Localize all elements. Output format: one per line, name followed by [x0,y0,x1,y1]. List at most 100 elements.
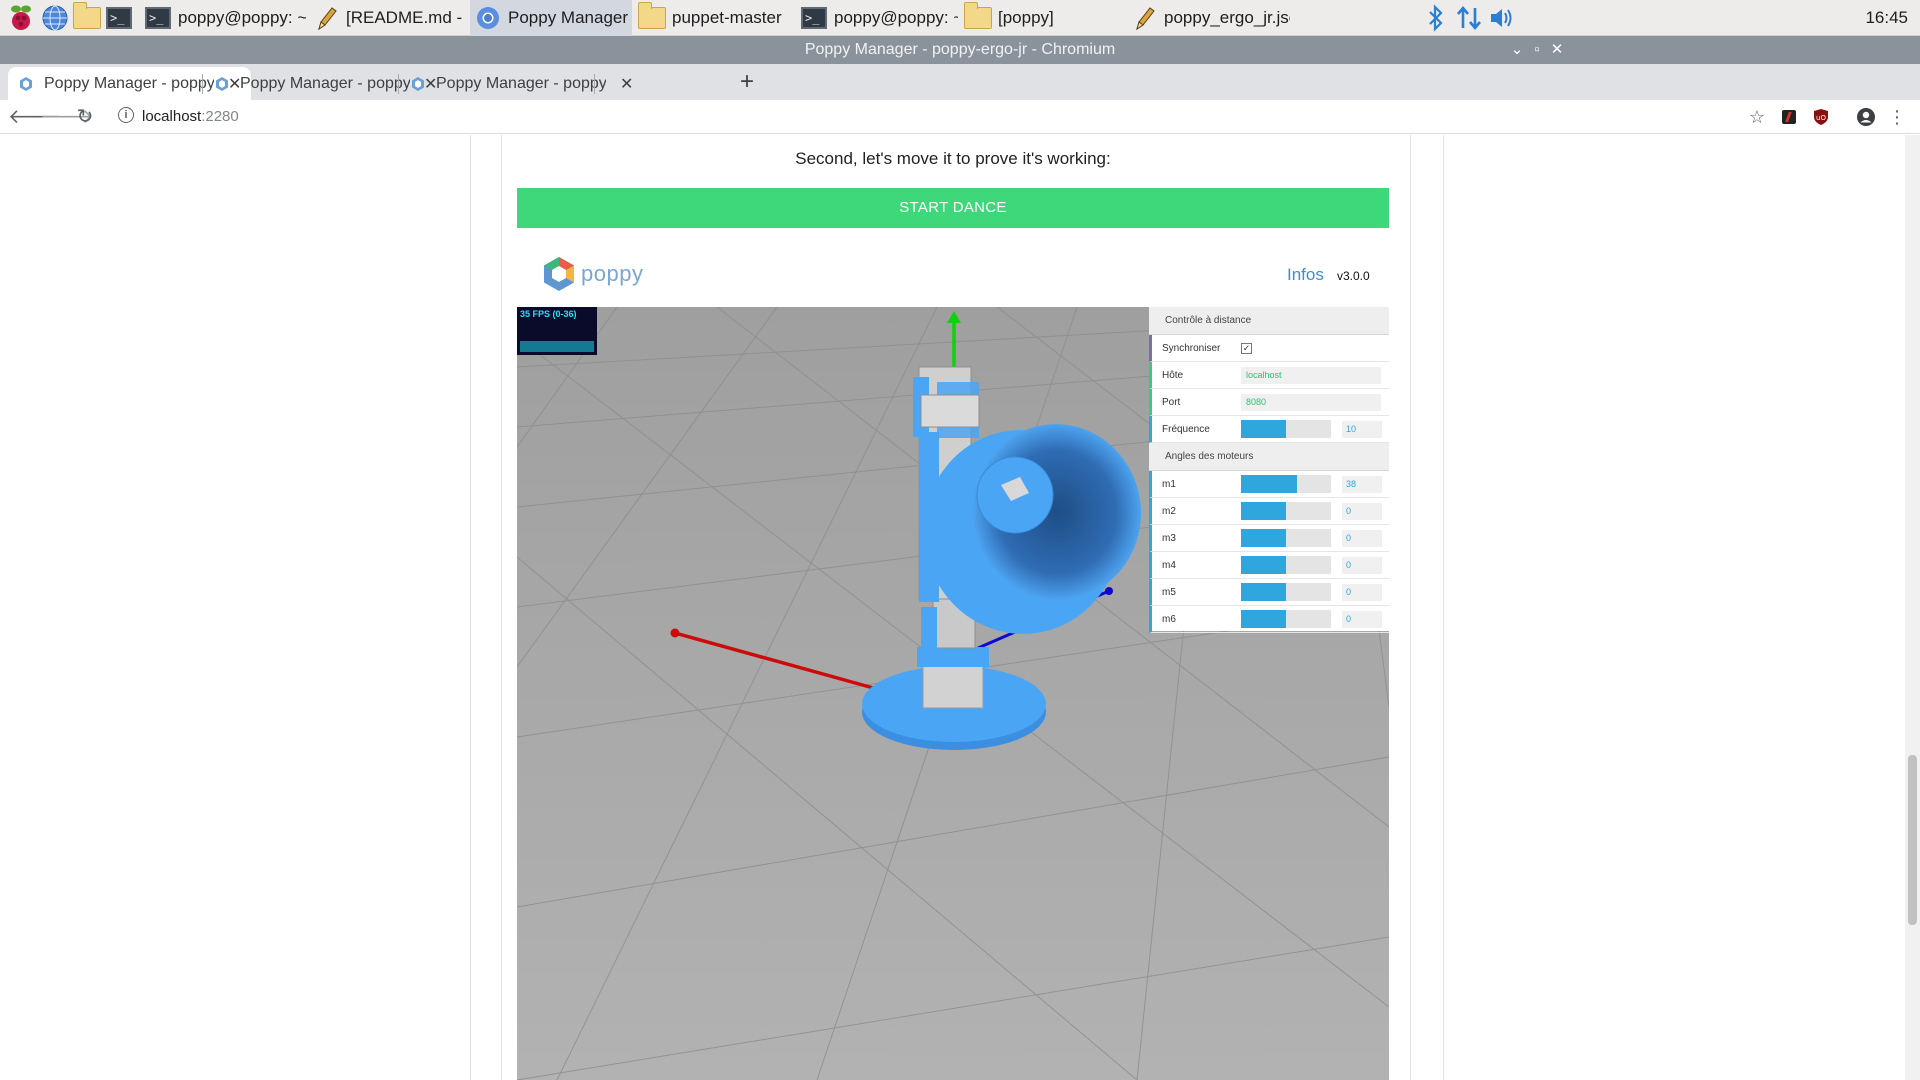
motor-row-m3: m3 0 [1149,525,1389,552]
taskbar-task-terminal[interactable]: >_ poppy@poppy: ~/dev... [140,0,306,36]
maximize-window-icon[interactable]: ▫ [1526,36,1548,64]
page-column-border [470,135,471,1080]
host-row: Hôte localhost [1149,362,1389,389]
close-tab-icon[interactable]: ✕ [620,74,633,94]
port-input[interactable]: 8080 [1241,393,1381,411]
host-input[interactable]: localhost [1241,366,1381,384]
new-tab-button[interactable]: + [740,68,754,96]
poppy-logo-icon [544,257,574,291]
motor-slider-m5[interactable] [1241,583,1331,601]
fps-meter: 35 FPS (0-36) [517,307,597,355]
volume-icon[interactable] [1488,0,1516,36]
port-label: Port [1162,396,1181,408]
motor-input-m2[interactable]: 0 [1342,502,1382,520]
motor-slider-m6[interactable] [1241,610,1331,628]
fps-graph [520,341,594,352]
host-label: Hôte [1162,369,1184,381]
back-button[interactable]: 🡐 [8,104,62,130]
scrollbar-thumb[interactable] [1908,755,1917,925]
sync-row[interactable]: Synchroniser ✓ [1149,335,1389,362]
motor-input-m4[interactable]: 0 [1342,556,1382,574]
page-column-border [1410,135,1411,1080]
fps-label: 35 FPS (0-36) [520,309,577,319]
motor-slider-m4[interactable] [1241,556,1331,574]
tab-separator [202,74,203,94]
tab-separator [594,74,595,94]
os-taskbar: >_ >_ poppy@poppy: ~/dev... [README.md -… [0,0,1920,36]
motor-input-m5[interactable]: 0 [1342,583,1382,601]
page-column-border [501,135,502,1080]
frequency-input[interactable]: 10 [1342,420,1382,438]
motor-angles-section-title[interactable]: Angles des moteurs [1149,443,1389,471]
poppy-logo[interactable]: poppy [541,255,643,293]
taskbar-task-json-editor[interactable]: poppy_ergo_jr.json - ... [1126,0,1290,36]
file-manager-launcher-icon[interactable] [72,2,102,33]
motor-row-m5: m5 0 [1149,579,1389,606]
tab-separator [398,74,399,94]
tab-strip: Poppy Manager - poppy-ergo-jr ✕ Poppy Ma… [0,64,1920,100]
bookmark-star-icon[interactable]: ☆ [1746,106,1768,128]
clock[interactable]: 16:45 [1865,8,1908,28]
browser-launcher-icon[interactable] [40,3,70,33]
motor-slider-m3[interactable] [1241,529,1331,547]
taskbar-task-chromium[interactable]: Poppy Manager - pop... [470,0,632,36]
browser-menu-icon[interactable]: ⋮ [1886,106,1908,128]
slider-fill [1241,420,1286,438]
close-window-icon[interactable]: ✕ [1546,36,1568,64]
network-icon[interactable] [1456,0,1482,36]
sync-label: Synchroniser [1162,342,1221,354]
taskbar-task-folder-puppet-master[interactable]: puppet-master [634,0,794,36]
forward-button[interactable]: 🡒 [40,104,94,130]
taskbar-task-terminal-2[interactable]: >_ poppy@poppy: ~ [796,0,958,36]
frequency-row: Fréquence 10 [1149,416,1389,443]
page-column-border [1443,135,1444,1080]
folder-icon [638,2,666,32]
tab-poppy-manager-3[interactable]: Poppy Manager - poppy-ergo-jr ✕ [400,67,643,100]
page-scrollbar[interactable] [1905,135,1920,1080]
url-text[interactable]: localhost:2280 [142,108,239,125]
slider-fill [1241,502,1286,520]
motor-row-m2: m2 0 [1149,498,1389,525]
taskbar-task-folder-poppy[interactable]: [poppy] [960,0,1124,36]
motor-input-m1[interactable]: 38 [1342,475,1382,493]
site-info-icon[interactable]: i [118,107,134,123]
page-viewport: Second, let's move it to prove it's work… [0,135,1905,1080]
slider-fill [1241,556,1286,574]
remote-control-section-title[interactable]: Contrôle à distance [1149,307,1389,335]
slider-fill [1241,529,1286,547]
motor-label: m3 [1162,532,1176,544]
minimize-window-icon[interactable]: ⌄ [1506,36,1528,64]
frequency-slider[interactable] [1241,420,1331,438]
sync-checkbox[interactable]: ✓ [1241,342,1252,354]
motor-input-m6[interactable]: 0 [1342,610,1382,628]
extension-icon[interactable] [1778,106,1800,128]
version-label: v3.0.0 [1337,269,1370,283]
motor-label: m6 [1162,613,1176,625]
start-dance-button[interactable]: START DANCE [517,188,1389,228]
terminal-icon: >_ [800,4,828,32]
slider-fill [1241,583,1286,601]
motor-input-m3[interactable]: 0 [1342,529,1382,547]
terminal-launcher-icon[interactable]: >_ [104,3,134,33]
ublock-extension-icon[interactable]: uO [1810,106,1832,128]
bluetooth-icon[interactable] [1426,0,1446,36]
slider-fill [1241,475,1297,493]
remote-control-panel: Contrôle à distance Synchroniser ✓ Hôte … [1149,307,1389,633]
poppy-app-header: poppy Infos v3.0.0 [517,247,1389,307]
motor-slider-m1[interactable] [1241,475,1331,493]
intro-text: Second, let's move it to prove it's work… [795,149,1111,168]
motor-label: m4 [1162,559,1176,571]
infos-link[interactable]: Infos [1287,265,1324,285]
taskbar-task-mousepad[interactable]: [README.md - Mous... [308,0,468,36]
slider-fill [1241,610,1286,628]
reload-button[interactable]: ↻ [72,104,98,130]
motor-label: m1 [1162,478,1176,490]
motor-slider-m2[interactable] [1241,502,1331,520]
motor-row-m6: m6 0 [1149,606,1389,633]
raspberry-menu-icon[interactable] [6,3,36,33]
address-bar[interactable]: i localhost:2280 [112,104,1742,130]
browser-toolbar: 🡐 🡒 ↻ i localhost:2280 ☆ uO ⋮ [0,100,1920,134]
poppy-favicon-icon [216,76,228,91]
svg-text:uO: uO [1816,114,1826,122]
profile-avatar-icon[interactable] [1855,106,1877,128]
